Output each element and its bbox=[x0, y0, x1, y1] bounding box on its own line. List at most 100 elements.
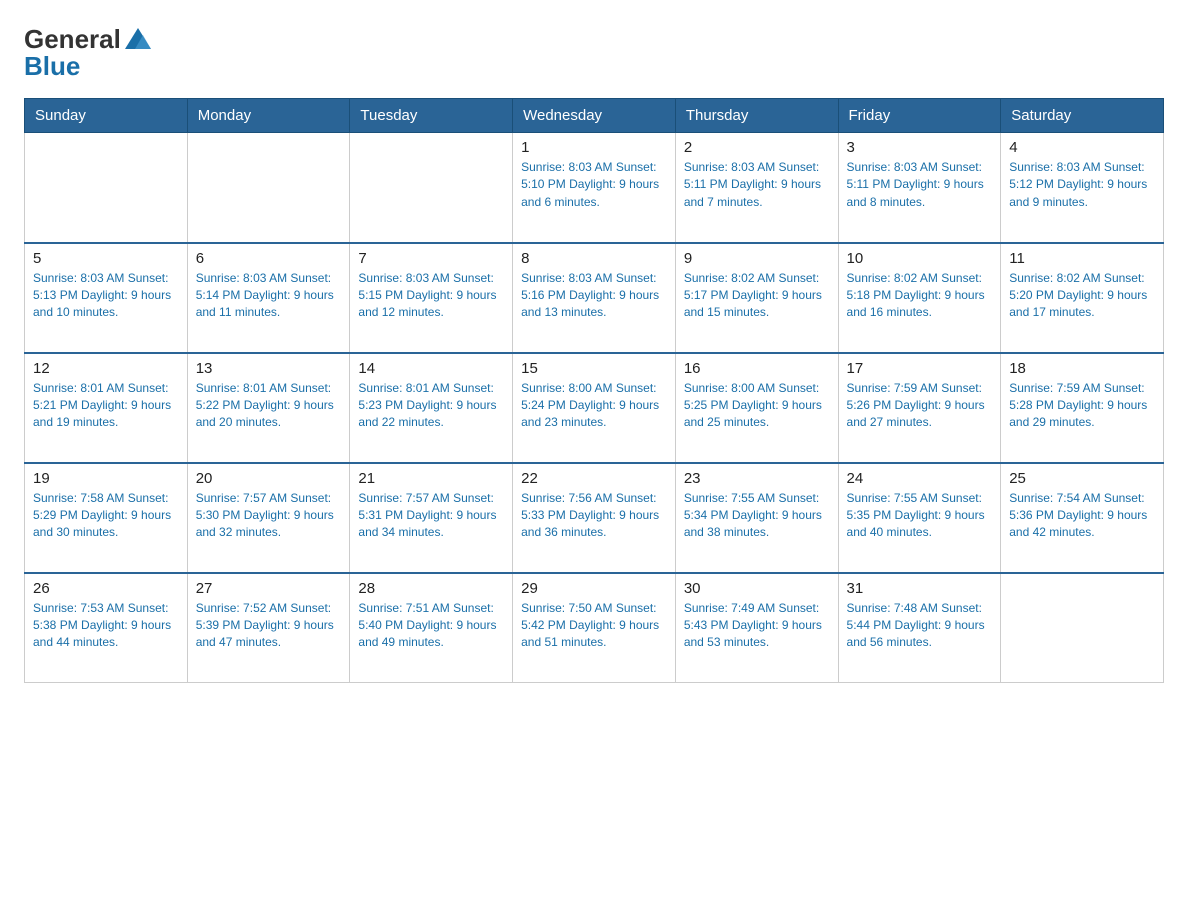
day-number: 31 bbox=[847, 580, 993, 597]
calendar-cell: 25Sunrise: 7:54 AM Sunset: 5:36 PM Dayli… bbox=[1001, 463, 1164, 573]
calendar-cell bbox=[187, 133, 350, 243]
day-info: Sunrise: 8:03 AM Sunset: 5:14 PM Dayligh… bbox=[196, 270, 342, 322]
calendar-week-2: 5 Sunrise: 8:03 AM Sunset: 5:13 PM Daylig… bbox=[25, 243, 1164, 353]
day-info: Sunrise: 7:49 AM Sunset: 5:43 PM Dayligh… bbox=[684, 600, 830, 652]
calendar-cell: 26 Sunrise: 7:53 AM Sunset: 5:38 PM Dayli… bbox=[25, 573, 188, 683]
logo: General Blue bbox=[24, 24, 153, 82]
day-info: Sunrise: 7:59 AM Sunset: 5:26 PM Dayligh… bbox=[847, 380, 993, 432]
day-info: Sunrise: 8:01 AM Sunset: 5:22 PM Dayligh… bbox=[196, 380, 342, 432]
day-number: 3 bbox=[847, 139, 993, 156]
day-info: Sunrise: 7:50 AM Sunset: 5:42 PM Dayligh… bbox=[521, 600, 667, 652]
calendar-cell: 10 Sunrise: 8:02 AM Sunset: 5:18 PM Dayli… bbox=[838, 243, 1001, 353]
calendar-cell: 21 Sunrise: 7:57 AM Sunset: 5:31 PM Dayli… bbox=[350, 463, 513, 573]
calendar-cell bbox=[1001, 573, 1164, 683]
calendar-cell: 31 Sunrise: 7:48 AM Sunset: 5:44 PM Dayli… bbox=[838, 573, 1001, 683]
day-number: 22 bbox=[521, 470, 667, 487]
column-header-thursday: Thursday bbox=[675, 99, 838, 133]
logo-triangle-icon bbox=[123, 25, 153, 55]
day-info: Sunrise: 8:00 AM Sunset: 5:24 PM Dayligh… bbox=[521, 380, 667, 432]
calendar-cell: 15 Sunrise: 8:00 AM Sunset: 5:24 PM Dayli… bbox=[513, 353, 676, 463]
calendar-week-1: 1 Sunrise: 8:03 AM Sunset: 5:10 PM Daylig… bbox=[25, 133, 1164, 243]
day-number: 30 bbox=[684, 580, 830, 597]
day-info: Sunrise: 8:00 AM Sunset: 5:25 PM Dayligh… bbox=[684, 380, 830, 432]
calendar-cell: 27Sunrise: 7:52 AM Sunset: 5:39 PM Dayli… bbox=[187, 573, 350, 683]
day-number: 15 bbox=[521, 360, 667, 377]
column-header-monday: Monday bbox=[187, 99, 350, 133]
calendar-cell: 11 Sunrise: 8:02 AM Sunset: 5:20 PM Dayli… bbox=[1001, 243, 1164, 353]
day-info: Sunrise: 7:54 AM Sunset: 5:36 PM Dayligh… bbox=[1009, 490, 1155, 542]
calendar-table: SundayMondayTuesdayWednesdayThursdayFrid… bbox=[24, 98, 1164, 683]
calendar-cell bbox=[350, 133, 513, 243]
day-info: Sunrise: 8:03 AM Sunset: 5:11 PM Dayligh… bbox=[847, 159, 993, 211]
calendar-cell: 2 Sunrise: 8:03 AM Sunset: 5:11 PM Daylig… bbox=[675, 133, 838, 243]
day-info: Sunrise: 8:01 AM Sunset: 5:21 PM Dayligh… bbox=[33, 380, 179, 432]
column-header-tuesday: Tuesday bbox=[350, 99, 513, 133]
day-number: 29 bbox=[521, 580, 667, 597]
calendar-cell: 1 Sunrise: 8:03 AM Sunset: 5:10 PM Daylig… bbox=[513, 133, 676, 243]
column-header-sunday: Sunday bbox=[25, 99, 188, 133]
day-number: 5 bbox=[33, 250, 179, 267]
calendar-cell: 19 Sunrise: 7:58 AM Sunset: 5:29 PM Dayli… bbox=[25, 463, 188, 573]
calendar-cell: 30 Sunrise: 7:49 AM Sunset: 5:43 PM Dayli… bbox=[675, 573, 838, 683]
calendar-cell: 16Sunrise: 8:00 AM Sunset: 5:25 PM Dayli… bbox=[675, 353, 838, 463]
day-number: 10 bbox=[847, 250, 993, 267]
calendar-cell: 18 Sunrise: 7:59 AM Sunset: 5:28 PM Dayli… bbox=[1001, 353, 1164, 463]
calendar-cell: 29 Sunrise: 7:50 AM Sunset: 5:42 PM Dayli… bbox=[513, 573, 676, 683]
day-number: 2 bbox=[684, 139, 830, 156]
day-number: 28 bbox=[358, 580, 504, 597]
day-info: Sunrise: 7:57 AM Sunset: 5:31 PM Dayligh… bbox=[358, 490, 504, 542]
day-number: 21 bbox=[358, 470, 504, 487]
calendar-cell: 5 Sunrise: 8:03 AM Sunset: 5:13 PM Daylig… bbox=[25, 243, 188, 353]
calendar-cell: 4 Sunrise: 8:03 AM Sunset: 5:12 PM Daylig… bbox=[1001, 133, 1164, 243]
day-info: Sunrise: 8:03 AM Sunset: 5:13 PM Dayligh… bbox=[33, 270, 179, 322]
day-info: Sunrise: 7:53 AM Sunset: 5:38 PM Dayligh… bbox=[33, 600, 179, 652]
day-info: Sunrise: 8:03 AM Sunset: 5:11 PM Dayligh… bbox=[684, 159, 830, 211]
day-info: Sunrise: 8:03 AM Sunset: 5:15 PM Dayligh… bbox=[358, 270, 504, 322]
logo-blue: Blue bbox=[24, 51, 80, 82]
day-info: Sunrise: 8:01 AM Sunset: 5:23 PM Dayligh… bbox=[358, 380, 504, 432]
calendar-cell: 7 Sunrise: 8:03 AM Sunset: 5:15 PM Daylig… bbox=[350, 243, 513, 353]
calendar-cell bbox=[25, 133, 188, 243]
column-header-saturday: Saturday bbox=[1001, 99, 1164, 133]
calendar-cell: 23 Sunrise: 7:55 AM Sunset: 5:34 PM Dayli… bbox=[675, 463, 838, 573]
column-header-friday: Friday bbox=[838, 99, 1001, 133]
day-number: 23 bbox=[684, 470, 830, 487]
day-number: 6 bbox=[196, 250, 342, 267]
calendar-cell: 12Sunrise: 8:01 AM Sunset: 5:21 PM Dayli… bbox=[25, 353, 188, 463]
day-number: 26 bbox=[33, 580, 179, 597]
column-header-wednesday: Wednesday bbox=[513, 99, 676, 133]
calendar-cell: 28 Sunrise: 7:51 AM Sunset: 5:40 PM Dayli… bbox=[350, 573, 513, 683]
day-info: Sunrise: 7:55 AM Sunset: 5:35 PM Dayligh… bbox=[847, 490, 993, 542]
day-number: 14 bbox=[358, 360, 504, 377]
day-number: 19 bbox=[33, 470, 179, 487]
day-number: 18 bbox=[1009, 360, 1155, 377]
day-number: 11 bbox=[1009, 250, 1155, 267]
day-info: Sunrise: 8:03 AM Sunset: 5:12 PM Dayligh… bbox=[1009, 159, 1155, 211]
day-number: 24 bbox=[847, 470, 993, 487]
day-info: Sunrise: 7:55 AM Sunset: 5:34 PM Dayligh… bbox=[684, 490, 830, 542]
calendar-week-3: 12Sunrise: 8:01 AM Sunset: 5:21 PM Dayli… bbox=[25, 353, 1164, 463]
calendar-cell: 13 Sunrise: 8:01 AM Sunset: 5:22 PM Dayli… bbox=[187, 353, 350, 463]
calendar-cell: 6 Sunrise: 8:03 AM Sunset: 5:14 PM Daylig… bbox=[187, 243, 350, 353]
day-number: 17 bbox=[847, 360, 993, 377]
calendar-week-5: 26 Sunrise: 7:53 AM Sunset: 5:38 PM Dayli… bbox=[25, 573, 1164, 683]
calendar-cell: 8Sunrise: 8:03 AM Sunset: 5:16 PM Daylig… bbox=[513, 243, 676, 353]
day-number: 13 bbox=[196, 360, 342, 377]
day-number: 4 bbox=[1009, 139, 1155, 156]
day-number: 7 bbox=[358, 250, 504, 267]
day-info: Sunrise: 8:02 AM Sunset: 5:20 PM Dayligh… bbox=[1009, 270, 1155, 322]
day-info: Sunrise: 8:02 AM Sunset: 5:18 PM Dayligh… bbox=[847, 270, 993, 322]
day-info: Sunrise: 7:48 AM Sunset: 5:44 PM Dayligh… bbox=[847, 600, 993, 652]
day-info: Sunrise: 7:51 AM Sunset: 5:40 PM Dayligh… bbox=[358, 600, 504, 652]
day-number: 20 bbox=[196, 470, 342, 487]
day-number: 9 bbox=[684, 250, 830, 267]
calendar-cell: 24 Sunrise: 7:55 AM Sunset: 5:35 PM Dayli… bbox=[838, 463, 1001, 573]
day-number: 1 bbox=[521, 139, 667, 156]
calendar-cell: 20Sunrise: 7:57 AM Sunset: 5:30 PM Dayli… bbox=[187, 463, 350, 573]
day-number: 27 bbox=[196, 580, 342, 597]
day-info: Sunrise: 7:58 AM Sunset: 5:29 PM Dayligh… bbox=[33, 490, 179, 542]
day-info: Sunrise: 8:03 AM Sunset: 5:10 PM Dayligh… bbox=[521, 159, 667, 211]
day-info: Sunrise: 7:59 AM Sunset: 5:28 PM Dayligh… bbox=[1009, 380, 1155, 432]
calendar-cell: 22Sunrise: 7:56 AM Sunset: 5:33 PM Dayli… bbox=[513, 463, 676, 573]
calendar-cell: 3 Sunrise: 8:03 AM Sunset: 5:11 PM Daylig… bbox=[838, 133, 1001, 243]
